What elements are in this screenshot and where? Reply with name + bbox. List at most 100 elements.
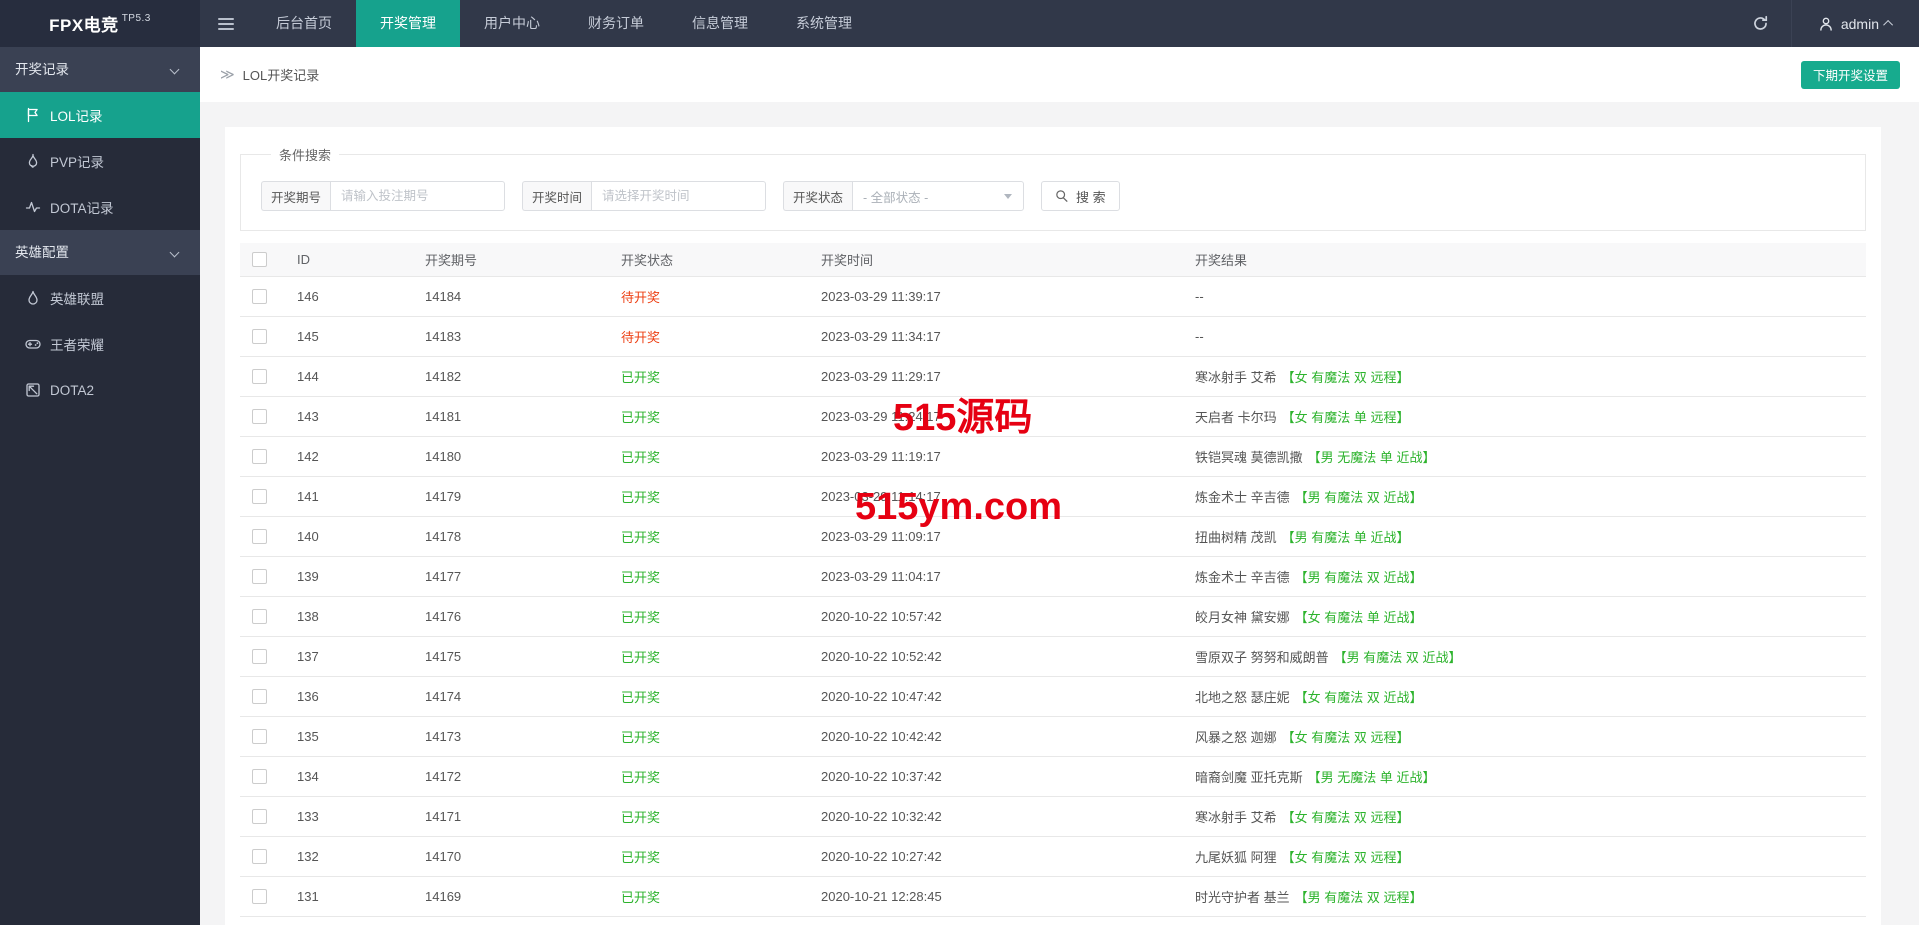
cell-result: 铁铠冥魂 莫德凯撒 【男 无魔法 单 近战】 — [1183, 436, 1866, 477]
cell-status: 已开奖 — [609, 716, 809, 757]
app-logo[interactable]: FPX电竞 TP5.3 — [0, 0, 200, 47]
nav-tab-用户中心[interactable]: 用户中心 — [460, 0, 564, 47]
sidebar-item-英雄联盟[interactable]: 英雄联盟 — [0, 275, 200, 321]
cell-time: 2020-10-22 10:52:42 — [809, 636, 1183, 677]
row-checkbox[interactable] — [252, 729, 267, 745]
sidebar-item-label: PVP记录 — [50, 155, 105, 170]
cell-period: 14178 — [413, 516, 609, 557]
status-select-group: 开奖状态 - 全部状态 - — [783, 181, 1025, 211]
cell-status: 已开奖 — [609, 836, 809, 877]
search-button[interactable]: 搜 索 — [1041, 181, 1120, 211]
sidebar-section-英雄配置[interactable]: 英雄配置 — [0, 230, 200, 275]
breadcrumb: LOL开奖记录 — [242, 68, 320, 83]
cell-time: 2023-03-29 11:09:17 — [809, 516, 1183, 557]
cell-status: 已开奖 — [609, 516, 809, 557]
chevron-down-icon — [169, 64, 180, 75]
nav-tab-系统管理[interactable]: 系统管理 — [772, 0, 876, 47]
nav-tab-开奖管理[interactable]: 开奖管理 — [356, 0, 460, 47]
top-navbar: FPX电竞 TP5.3 后台首页 开奖管理 用户中心 财务订单 信息管理 系统管理 adm… — [0, 0, 1919, 47]
cell-id: 131 — [285, 876, 413, 917]
cell-period: 14176 — [413, 596, 609, 637]
cell-status: 已开奖 — [609, 396, 809, 437]
row-checkbox[interactable] — [252, 449, 267, 465]
row-checkbox[interactable] — [252, 409, 267, 425]
row-checkbox[interactable] — [252, 769, 267, 785]
cell-period: 14170 — [413, 836, 609, 877]
nav-tab-财务订单[interactable]: 财务订单 — [564, 0, 668, 47]
row-checkbox[interactable] — [252, 289, 267, 305]
column-result: 开奖结果 — [1183, 243, 1866, 277]
table-header-row: ID 开奖期号 开奖状态 开奖时间 开奖结果 — [240, 243, 1866, 277]
row-checkbox[interactable] — [252, 649, 267, 665]
row-checkbox[interactable] — [252, 569, 267, 585]
table-row: 145 14183 待开奖 2023-03-29 11:34:17 -- — [240, 316, 1866, 357]
cell-period: 14175 — [413, 636, 609, 677]
nav-tab-信息管理[interactable]: 信息管理 — [668, 0, 772, 47]
ink-drop-icon — [25, 290, 41, 306]
sidebar-item-LOL记录[interactable]: LOL记录 — [0, 92, 200, 138]
cell-status: 已开奖 — [609, 756, 809, 797]
table-row: 138 14176 已开奖 2020-10-22 10:57:42 皎月女神 黛安娜 【女… — [240, 596, 1866, 637]
sidebar-item-PVP记录[interactable]: PVP记录 — [0, 138, 200, 184]
cell-status: 已开奖 — [609, 916, 809, 925]
nav-tab-后台首页[interactable]: 后台首页 — [252, 0, 356, 47]
select-all-checkbox[interactable] — [252, 252, 267, 268]
status-select[interactable]: - 全部状态 - — [852, 181, 1025, 211]
table-row: 144 14182 已开奖 2023-03-29 11:29:17 寒冰射手 艾希 【女 … — [240, 356, 1866, 397]
sidebar: 开奖记录 LOL记录 PVP记录 DOTA记录 英雄配置 英雄联盟王者荣耀 DOTA2 — [0, 47, 200, 925]
sidebar-item-DOTA2[interactable]: DOTA2 — [0, 367, 200, 413]
table-row: 139 14177 已开奖 2023-03-29 11:04:17 炼金术士 辛吉德 【男… — [240, 556, 1866, 597]
period-input[interactable] — [330, 181, 506, 211]
cell-result: -- — [1183, 316, 1866, 357]
sidebar-section-开奖记录[interactable]: 开奖记录 — [0, 47, 200, 92]
cell-time: 2023-03-29 11:29:17 — [809, 356, 1183, 397]
row-checkbox[interactable] — [252, 369, 267, 385]
next-draw-settings-button[interactable]: 下期开奖设置 — [1800, 60, 1900, 89]
cell-time: 2023-03-29 11:04:17 — [809, 556, 1183, 597]
sidebar-item-DOTA记录[interactable]: DOTA记录 — [0, 184, 200, 230]
chevron-down-icon — [169, 247, 180, 258]
cell-result: 无双剑姬 菲奥娜【女 无魔法 单 近战】 — [1183, 916, 1866, 925]
app-version: TP5.3 — [121, 13, 151, 24]
row-checkbox[interactable] — [252, 529, 267, 545]
cell-status: 已开奖 — [609, 356, 809, 397]
row-checkbox[interactable] — [252, 329, 267, 345]
table-row: 133 14171 已开奖 2020-10-22 10:32:42 寒冰射手 艾希 【女 … — [240, 796, 1866, 837]
cell-status: 已开奖 — [609, 556, 809, 597]
navbar-right: admin — [1730, 0, 1919, 47]
content-area: 条件搜索 开奖期号 开奖时间 开奖状态 - — [200, 102, 1919, 925]
time-label: 开奖时间 — [522, 181, 592, 211]
hamburger-icon[interactable] — [200, 0, 252, 47]
cell-time: 2020-10-22 10:42:42 — [809, 716, 1183, 757]
sidebar-item-王者荣耀[interactable]: 王者荣耀 — [0, 321, 200, 367]
breadcrumb-chevrons-icon: ≫ — [220, 66, 235, 82]
cell-period: 14179 — [413, 476, 609, 517]
cell-status: 已开奖 — [609, 476, 809, 517]
row-checkbox[interactable] — [252, 489, 267, 505]
sidebar-item-label: 王者荣耀 — [50, 338, 104, 353]
user-menu[interactable]: admin — [1792, 0, 1919, 47]
cell-time: 2020-10-21 12:23:45 — [809, 916, 1183, 925]
refresh-icon[interactable] — [1730, 0, 1792, 47]
row-checkbox[interactable] — [252, 849, 267, 865]
user-name: admin — [1840, 15, 1879, 32]
sidebar-item-label: DOTA2 — [50, 382, 95, 398]
cell-time: 2023-03-29 11:14:17 — [809, 476, 1183, 517]
cell-period: 14181 — [413, 396, 609, 437]
table-row: 131 14169 已开奖 2020-10-21 12:28:45 时光守护者 基兰 【男… — [240, 876, 1866, 917]
cell-result: 寒冰射手 艾希 【女 有魔法 双 远程】 — [1183, 796, 1866, 837]
record-card: 条件搜索 开奖期号 开奖时间 开奖状态 - — [225, 127, 1881, 925]
row-checkbox[interactable] — [252, 889, 267, 905]
cell-id: 142 — [285, 436, 413, 477]
status-label: 开奖状态 — [783, 181, 853, 211]
row-checkbox[interactable] — [252, 809, 267, 825]
cell-id: 130 — [285, 916, 413, 925]
records-table: ID 开奖期号 开奖状态 开奖时间 开奖结果 146 14184 待开奖 2023-0… — [240, 243, 1866, 925]
row-checkbox[interactable] — [252, 689, 267, 705]
row-checkbox[interactable] — [252, 609, 267, 625]
magnifier-icon — [1055, 189, 1069, 203]
time-input[interactable] — [591, 181, 767, 211]
cell-time: 2020-10-22 10:32:42 — [809, 796, 1183, 837]
table-row: 132 14170 已开奖 2020-10-22 10:27:42 九尾妖狐 阿狸 【女 … — [240, 836, 1866, 877]
table-row: 140 14178 已开奖 2023-03-29 11:09:17 扭曲树精 茂凯 【男 … — [240, 516, 1866, 557]
